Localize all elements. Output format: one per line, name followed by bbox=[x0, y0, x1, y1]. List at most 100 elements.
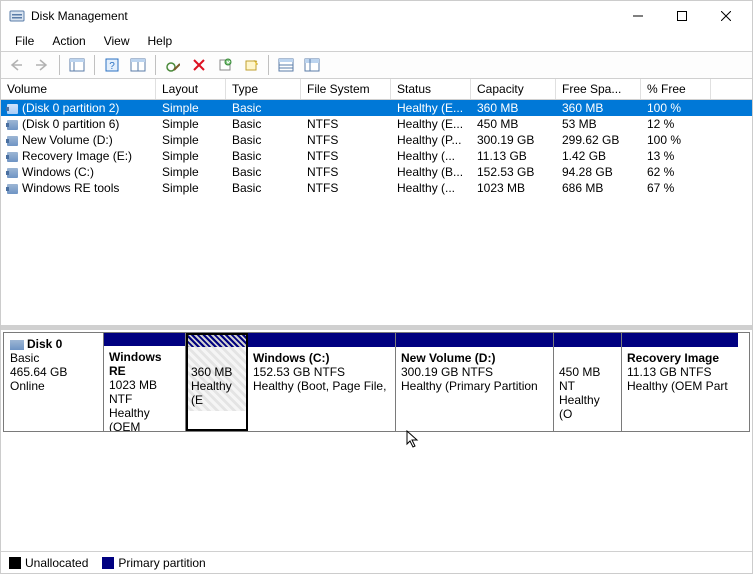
volume-capacity: 152.53 GB bbox=[471, 165, 556, 179]
partition-size: 450 MB NT bbox=[559, 365, 616, 393]
refresh-button[interactable] bbox=[162, 54, 184, 76]
volume-icon bbox=[7, 184, 18, 194]
maximize-button[interactable] bbox=[660, 2, 704, 30]
partition[interactable]: Windows RE1023 MB NTFHealthy (OEM bbox=[104, 333, 186, 431]
volume-row[interactable]: Recovery Image (E:)SimpleBasicNTFSHealth… bbox=[1, 148, 752, 164]
delete-button[interactable] bbox=[188, 54, 210, 76]
menu-action[interactable]: Action bbox=[44, 32, 93, 50]
volume-layout: Simple bbox=[156, 165, 226, 179]
volume-layout: Simple bbox=[156, 117, 226, 131]
list-view-button[interactable] bbox=[275, 54, 297, 76]
volume-free: 360 MB bbox=[556, 101, 641, 115]
disk-icon bbox=[10, 340, 24, 350]
col-pct[interactable]: % Free bbox=[641, 79, 711, 99]
volume-row[interactable]: Windows RE toolsSimpleBasicNTFSHealthy (… bbox=[1, 180, 752, 196]
disk-label: Disk 0 bbox=[27, 337, 62, 351]
app-icon bbox=[9, 8, 25, 24]
help-button[interactable]: ? bbox=[101, 54, 123, 76]
volume-layout: Simple bbox=[156, 181, 226, 195]
volume-name: Windows RE tools bbox=[22, 181, 119, 195]
minimize-button[interactable] bbox=[616, 2, 660, 30]
partition-title: Windows (C:) bbox=[253, 351, 390, 365]
volume-name: (Disk 0 partition 2) bbox=[22, 101, 119, 115]
volume-free: 1.42 GB bbox=[556, 149, 641, 163]
volume-pct: 67 % bbox=[641, 181, 711, 195]
volume-status: Healthy (E... bbox=[391, 117, 471, 131]
col-filesystem[interactable]: File System bbox=[301, 79, 391, 99]
menu-help[interactable]: Help bbox=[140, 32, 181, 50]
volume-type: Basic bbox=[226, 117, 301, 131]
volume-type: Basic bbox=[226, 149, 301, 163]
col-layout[interactable]: Layout bbox=[156, 79, 226, 99]
partition-size: 360 MB bbox=[191, 365, 242, 379]
volume-status: Healthy (P... bbox=[391, 133, 471, 147]
disk-row[interactable]: Disk 0 Basic 465.64 GB Online Windows RE… bbox=[3, 332, 750, 432]
partition-status: Healthy (OEM bbox=[109, 406, 180, 431]
volume-pct: 62 % bbox=[641, 165, 711, 179]
properties-button[interactable] bbox=[214, 54, 236, 76]
disk-info[interactable]: Disk 0 Basic 465.64 GB Online bbox=[4, 333, 104, 431]
settings-button[interactable] bbox=[127, 54, 149, 76]
partition-size: 300.19 GB NTFS bbox=[401, 365, 548, 379]
volume-status: Healthy (B... bbox=[391, 165, 471, 179]
volume-name: (Disk 0 partition 6) bbox=[22, 117, 119, 131]
window-title: Disk Management bbox=[31, 9, 128, 23]
partition[interactable]: Recovery Image11.13 GB NTFSHealthy (OEM … bbox=[622, 333, 738, 431]
volume-fs: NTFS bbox=[301, 133, 391, 147]
volume-name: Windows (C:) bbox=[22, 165, 94, 179]
col-capacity[interactable]: Capacity bbox=[471, 79, 556, 99]
partition[interactable]: New Volume (D:)300.19 GB NTFSHealthy (Pr… bbox=[396, 333, 554, 431]
toolbar: ? bbox=[1, 51, 752, 79]
volume-fs: NTFS bbox=[301, 181, 391, 195]
title-bar: Disk Management bbox=[1, 1, 752, 31]
disk-size: 465.64 GB bbox=[10, 365, 97, 379]
menu-view[interactable]: View bbox=[96, 32, 138, 50]
volume-list[interactable]: Volume Layout Type File System Status Ca… bbox=[1, 79, 752, 329]
volume-fs: NTFS bbox=[301, 117, 391, 131]
forward-button[interactable] bbox=[31, 54, 53, 76]
col-volume[interactable]: Volume bbox=[1, 79, 156, 99]
col-free[interactable]: Free Spa... bbox=[556, 79, 641, 99]
show-hide-tree-button[interactable] bbox=[66, 54, 88, 76]
volume-row[interactable]: (Disk 0 partition 2)SimpleBasicHealthy (… bbox=[1, 100, 752, 116]
volume-layout: Simple bbox=[156, 133, 226, 147]
disk-state: Online bbox=[10, 379, 97, 393]
volume-icon bbox=[7, 152, 18, 162]
volume-status: Healthy (... bbox=[391, 181, 471, 195]
partition[interactable]: Windows (C:)152.53 GB NTFSHealthy (Boot,… bbox=[248, 333, 396, 431]
volume-fs: NTFS bbox=[301, 165, 391, 179]
partition[interactable]: 360 MBHealthy (E bbox=[186, 333, 248, 431]
partition-size: 11.13 GB NTFS bbox=[627, 365, 733, 379]
volume-pct: 100 % bbox=[641, 101, 711, 115]
partition-stripe bbox=[396, 333, 553, 347]
back-button[interactable] bbox=[5, 54, 27, 76]
partition-stripe bbox=[248, 333, 395, 347]
volume-type: Basic bbox=[226, 101, 301, 115]
volume-row[interactable]: Windows (C:)SimpleBasicNTFSHealthy (B...… bbox=[1, 164, 752, 180]
graphical-view-button[interactable] bbox=[301, 54, 323, 76]
volume-free: 94.28 GB bbox=[556, 165, 641, 179]
partition-status: Healthy (Primary Partition bbox=[401, 379, 548, 393]
volume-row[interactable]: (Disk 0 partition 6) SimpleBasicNTFSHealt… bbox=[1, 116, 752, 132]
partition-size: 152.53 GB NTFS bbox=[253, 365, 390, 379]
volume-row[interactable]: New Volume (D:)SimpleBasicNTFSHealthy (P… bbox=[1, 132, 752, 148]
volume-capacity: 1023 MB bbox=[471, 181, 556, 195]
partition-status: Healthy (E bbox=[191, 379, 242, 407]
close-button[interactable] bbox=[704, 2, 748, 30]
partition-status: Healthy (OEM Part bbox=[627, 379, 733, 393]
menu-file[interactable]: File bbox=[7, 32, 42, 50]
col-type[interactable]: Type bbox=[226, 79, 301, 99]
disk-map[interactable]: Disk 0 Basic 465.64 GB Online Windows RE… bbox=[1, 329, 752, 551]
col-status[interactable]: Status bbox=[391, 79, 471, 99]
svg-text:?: ? bbox=[109, 61, 115, 72]
partition[interactable]: 450 MB NTHealthy (O bbox=[554, 333, 622, 431]
partition-status: Healthy (Boot, Page File, bbox=[253, 379, 390, 393]
legend-unallocated: Unallocated bbox=[9, 556, 88, 570]
volume-name: Recovery Image (E:) bbox=[22, 149, 132, 163]
volume-capacity: 11.13 GB bbox=[471, 149, 556, 163]
new-button[interactable] bbox=[240, 54, 262, 76]
volume-pct: 100 % bbox=[641, 133, 711, 147]
partition-size: 1023 MB NTF bbox=[109, 378, 180, 406]
volume-list-header[interactable]: Volume Layout Type File System Status Ca… bbox=[1, 79, 752, 100]
swatch-navy-icon bbox=[102, 557, 114, 569]
